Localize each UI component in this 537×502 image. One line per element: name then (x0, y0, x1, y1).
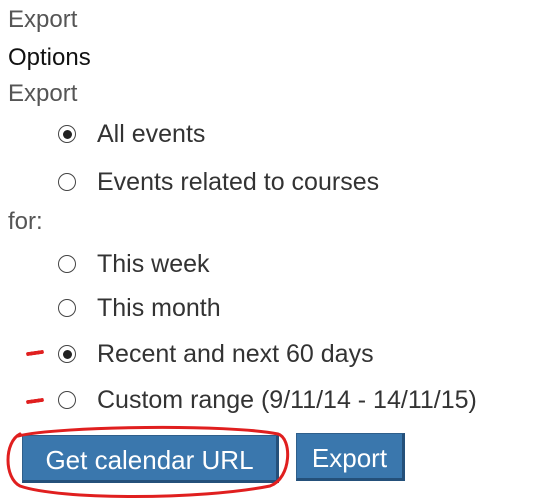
radio-this-month[interactable]: This month (58, 292, 221, 324)
export-events-label: Export (8, 80, 78, 107)
radio-circle-all-events[interactable] (58, 125, 76, 143)
radio-label-recent-and-next-60-days: Recent and next 60 days (97, 339, 374, 368)
annotation-circle (6, 425, 290, 498)
radio-label-this-month: This month (97, 293, 221, 322)
export-heading-top: Export (8, 6, 78, 33)
radio-circle-custom-range[interactable] (58, 391, 76, 409)
annotation-dash-recent (25, 349, 45, 357)
radio-circle-recent-and-next-60-days[interactable] (58, 345, 76, 363)
radio-label-this-week: This week (97, 249, 210, 278)
export-button[interactable]: Export (296, 433, 405, 481)
for-label: for: (8, 208, 43, 235)
radio-all-events[interactable]: All events (58, 118, 205, 150)
radio-label-events-related-to-courses: Events related to courses (97, 167, 380, 196)
annotation-dash-custom (25, 397, 45, 405)
radio-label-all-events: All events (97, 119, 206, 148)
radio-circle-this-week[interactable] (58, 255, 76, 273)
radio-label-custom-range: Custom range (9/11/14 - 14/11/15) (97, 385, 477, 414)
options-heading: Options (8, 44, 91, 71)
radio-circle-events-related-to-courses[interactable] (58, 173, 76, 191)
radio-recent-and-next-60-days[interactable]: Recent and next 60 days (58, 338, 374, 370)
radio-this-week[interactable]: This week (58, 248, 210, 280)
radio-events-related-to-courses[interactable]: Events related to courses (58, 166, 379, 198)
radio-circle-this-month[interactable] (58, 299, 76, 317)
radio-custom-range[interactable]: Custom range (9/11/14 - 14/11/15) (58, 384, 477, 416)
